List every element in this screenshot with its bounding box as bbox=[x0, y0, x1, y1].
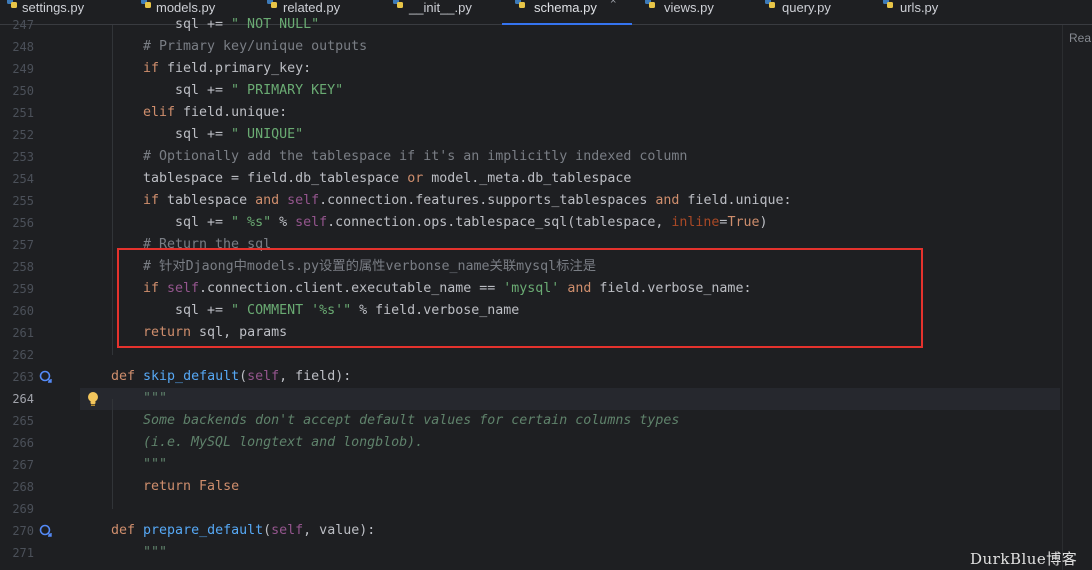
code-line: Some backends don't accept default value… bbox=[143, 413, 680, 428]
code-line: sql += " UNIQUE" bbox=[175, 127, 304, 142]
indent-guide bbox=[112, 25, 113, 355]
lightbulb-icon[interactable] bbox=[86, 391, 100, 407]
python-file-icon bbox=[141, 0, 151, 8]
line-number: 256 bbox=[12, 216, 34, 230]
line-number: 249 bbox=[12, 62, 34, 76]
code-line: sql += " %s" % self.connection.ops.table… bbox=[175, 215, 768, 230]
code-line: def prepare_default(self, value): bbox=[111, 523, 376, 538]
line-number: 253 bbox=[12, 150, 34, 164]
tab-views-py[interactable]: views.py bbox=[640, 0, 714, 24]
line-number: 265 bbox=[12, 414, 34, 428]
reader-mode-button[interactable]: Rea bbox=[1069, 31, 1091, 45]
code-line: """ bbox=[143, 545, 168, 560]
tab-label: views.py bbox=[664, 0, 714, 15]
line-number-current: 264 bbox=[12, 392, 34, 406]
code-line: sql += " PRIMARY KEY" bbox=[175, 83, 344, 98]
line-number: 269 bbox=[12, 502, 34, 516]
code-line: elif field.unique: bbox=[143, 105, 288, 120]
line-number: 259 bbox=[12, 282, 34, 296]
line-number: 270 bbox=[12, 524, 34, 538]
indent-guide bbox=[112, 399, 113, 509]
line-number-gutter: 247 248 249 250 251 252 253 254 255 256 … bbox=[0, 18, 98, 570]
python-file-icon bbox=[883, 0, 893, 8]
code-line: def skip_default(self, field): bbox=[111, 369, 352, 384]
line-number: 255 bbox=[12, 194, 34, 208]
code-line: tablespace = field.db_tablespace or mode… bbox=[143, 171, 632, 186]
python-file-icon bbox=[765, 0, 775, 8]
line-number: 252 bbox=[12, 128, 34, 142]
code-line: sql += " NOT NULL" bbox=[175, 17, 320, 32]
tab-label: models.py bbox=[156, 0, 216, 15]
close-icon[interactable]: × bbox=[610, 0, 616, 7]
line-number: 250 bbox=[12, 84, 34, 98]
line-number: 247 bbox=[12, 18, 34, 32]
tab-label: urls.py bbox=[900, 0, 939, 15]
tab-label: query.py bbox=[782, 0, 831, 15]
code-line: if tablespace and self.connection.featur… bbox=[143, 193, 792, 208]
line-number: 248 bbox=[12, 40, 34, 54]
python-file-icon bbox=[515, 0, 525, 8]
python-file-icon bbox=[393, 0, 403, 8]
code-line: """ bbox=[143, 391, 168, 406]
annotation-highlight-box bbox=[117, 248, 923, 348]
python-file-icon bbox=[267, 0, 277, 8]
line-number: 261 bbox=[12, 326, 34, 340]
python-file-icon bbox=[7, 0, 17, 8]
code-line: if field.primary_key: bbox=[143, 61, 312, 76]
line-number: 266 bbox=[12, 436, 34, 450]
code-line: return False bbox=[143, 479, 240, 494]
tab-label: __init__.py bbox=[409, 0, 472, 15]
tab-label: related.py bbox=[283, 0, 341, 15]
line-number: 263 bbox=[12, 370, 34, 384]
tab-urls-py[interactable]: urls.py bbox=[878, 0, 938, 24]
line-number: 262 bbox=[12, 348, 34, 362]
line-number: 260 bbox=[12, 304, 34, 318]
watermark: DurkBlue博客 bbox=[970, 550, 1078, 568]
editor-right-strip bbox=[1062, 25, 1092, 570]
tab-schema-py[interactable]: schema.py × bbox=[502, 0, 632, 25]
override-method-icon[interactable] bbox=[39, 524, 53, 538]
tab-label: schema.py bbox=[534, 0, 597, 15]
tab-query-py[interactable]: query.py bbox=[760, 0, 831, 24]
editor-tab-bar: settings.py models.py related.py __init_… bbox=[0, 0, 1092, 25]
code-line: # Optionally add the tablespace if it's … bbox=[143, 149, 688, 164]
line-number: 257 bbox=[12, 238, 34, 252]
line-number: 268 bbox=[12, 480, 34, 494]
override-method-icon[interactable] bbox=[39, 370, 53, 384]
tab-init-py[interactable]: __init__.py bbox=[388, 0, 472, 24]
code-line: # Primary key/unique outputs bbox=[143, 39, 368, 54]
line-number: 251 bbox=[12, 106, 34, 120]
python-file-icon bbox=[645, 0, 655, 8]
code-line: """ bbox=[143, 457, 168, 472]
line-number: 267 bbox=[12, 458, 34, 472]
tab-label: settings.py bbox=[22, 0, 85, 15]
line-number: 258 bbox=[12, 260, 34, 274]
line-number: 254 bbox=[12, 172, 34, 186]
code-line: (i.e. MySQL longtext and longblob). bbox=[143, 435, 424, 450]
line-number: 271 bbox=[12, 546, 34, 560]
